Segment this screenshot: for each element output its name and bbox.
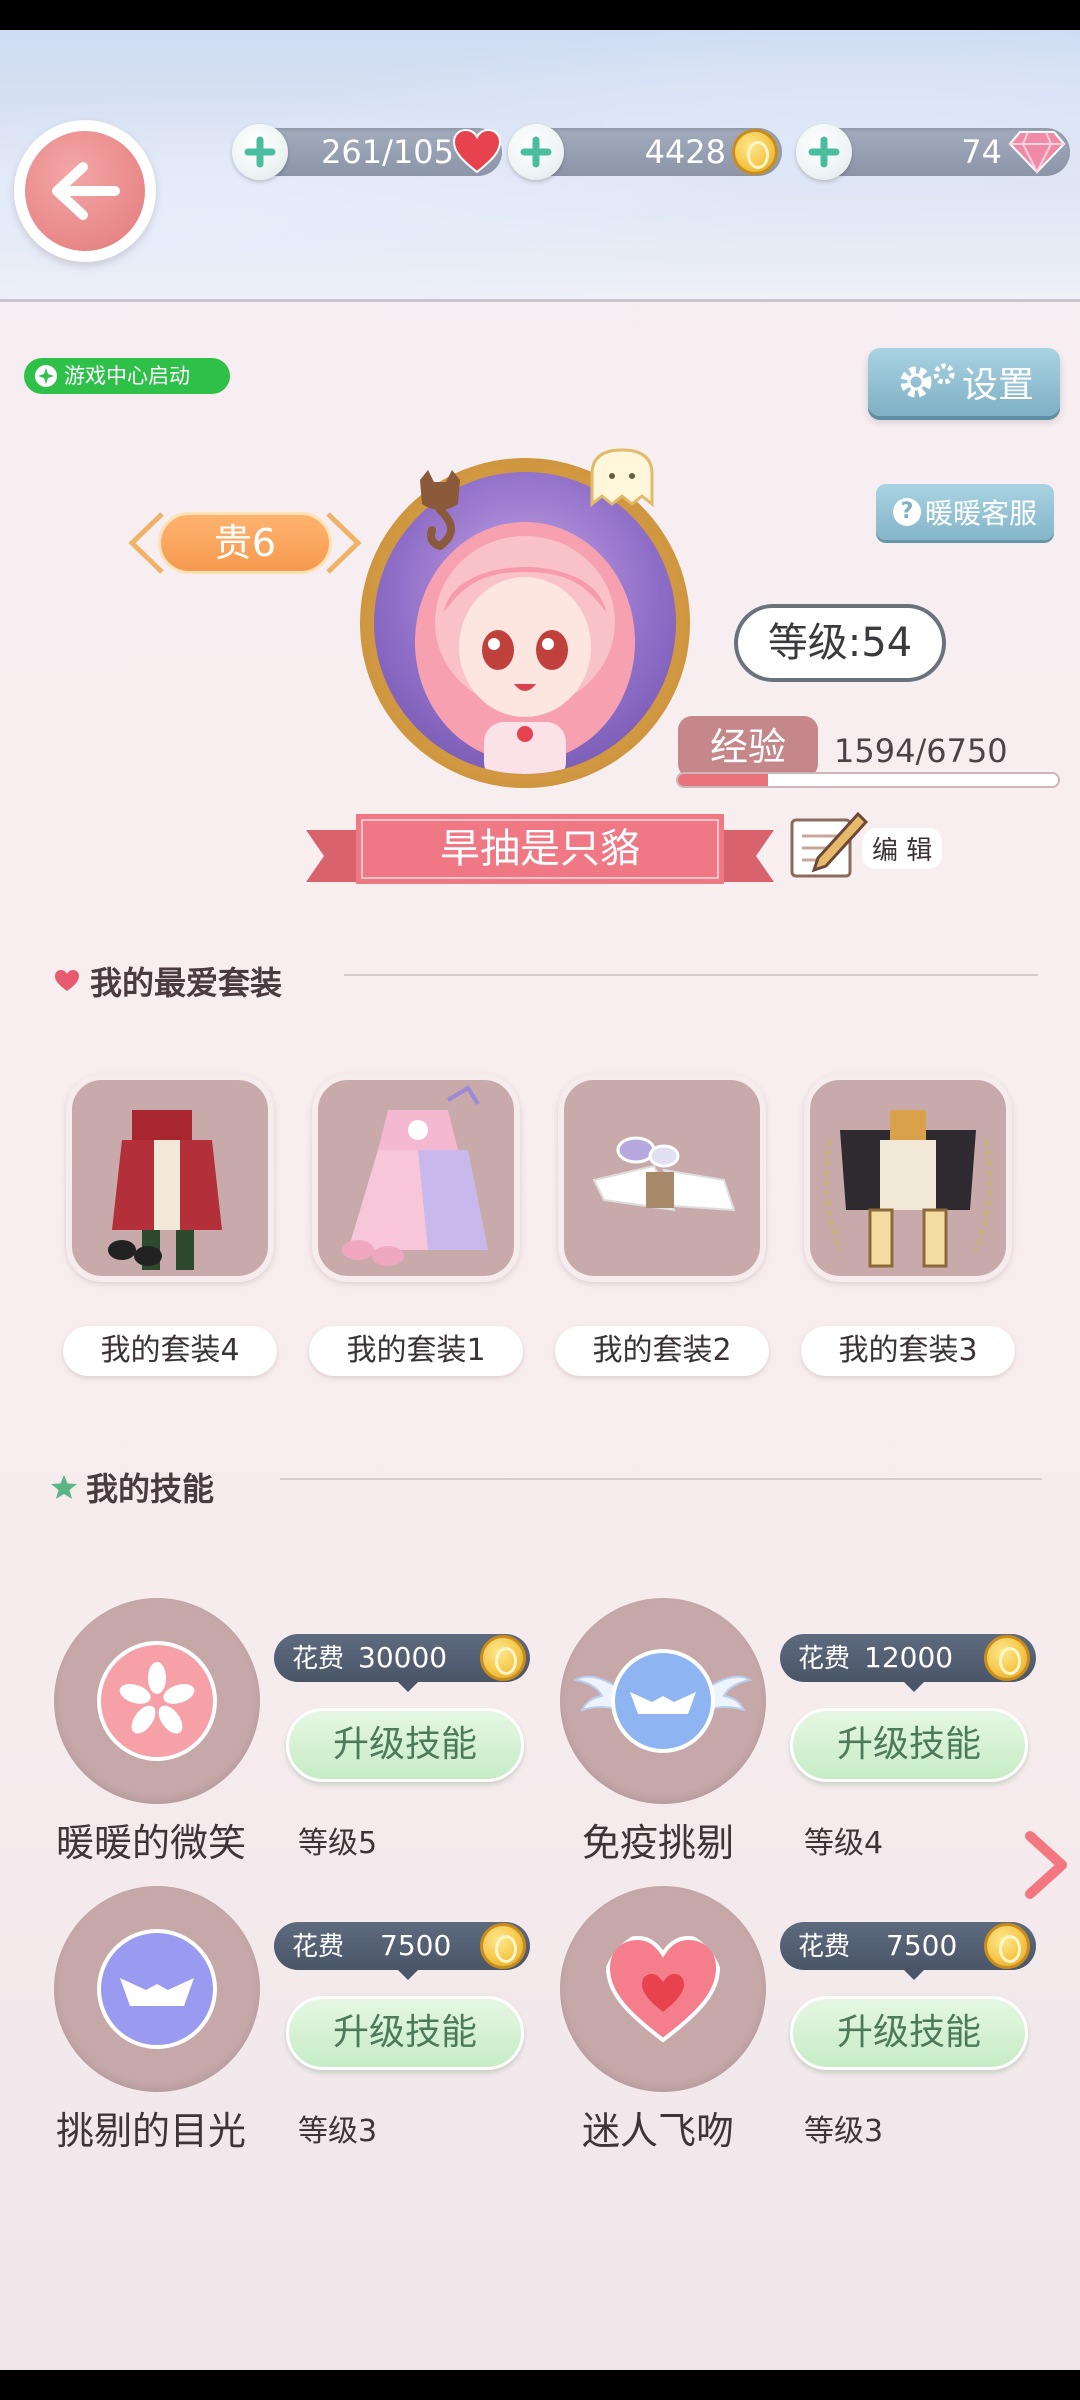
vip-badge[interactable]: 贵6: [128, 500, 362, 586]
skill-name: 迷人飞吻: [582, 2109, 735, 2153]
skill-name: 免疫挑剔: [582, 1821, 735, 1865]
upgrade-skill-button[interactable]: 升级技能: [790, 1996, 1028, 2070]
winged-mask-icon: [573, 1649, 753, 1753]
exp-progress-bar: [676, 772, 1060, 788]
outfit-card-2[interactable]: [558, 1074, 766, 1282]
skill-level: 等级3: [298, 2114, 378, 2149]
coin-icon: [480, 1635, 526, 1681]
outfit-label[interactable]: 我的套装2: [555, 1326, 769, 1376]
heart-icon: [55, 970, 79, 991]
outfit-label[interactable]: 我的套装1: [309, 1326, 523, 1376]
cost-label: 花费: [798, 1644, 851, 1674]
skill-level: 等级5: [298, 1826, 378, 1861]
coin-value: 4428: [644, 133, 726, 171]
status-bar: [0, 0, 1080, 30]
heart-icon: [605, 1935, 721, 2043]
player-name: 旱抽是只貉: [440, 826, 640, 872]
skills-header: 我的技能: [50, 1464, 214, 1510]
diamond-value: 74: [961, 133, 1002, 171]
cat-ornament-icon: [420, 470, 460, 550]
coin-icon: [984, 1635, 1030, 1681]
plus-icon: [244, 136, 276, 168]
coin-icon: [480, 1923, 526, 1969]
cost-value: 30000: [358, 1641, 448, 1674]
skill-level: 等级3: [804, 2114, 884, 2149]
exp-label: 经验: [678, 716, 818, 778]
cost-value: 7500: [886, 1929, 958, 1962]
stamina-value: 261/105: [321, 133, 454, 171]
exp-value: 1594/6750: [834, 732, 1008, 770]
add-coins-button[interactable]: [508, 124, 564, 180]
outfit-white-set-icon: [592, 1136, 736, 1212]
edit-label: 编 辑: [862, 828, 943, 869]
outfit-label[interactable]: 我的套装3: [801, 1326, 1015, 1376]
back-button[interactable]: [14, 120, 156, 262]
skill-name: 挑剔的目光: [56, 2109, 247, 2153]
skills-title: 我的技能: [86, 1470, 215, 1508]
level-label: 等级:54: [734, 604, 946, 682]
skill-name: 暖暖的微笑: [56, 1821, 247, 1865]
outfit-gold-armor-icon: [824, 1110, 992, 1268]
plus-icon: [520, 136, 552, 168]
mask-icon: [97, 1929, 217, 2049]
skill-icon-button[interactable]: [560, 1598, 766, 1804]
vip-label: 贵6: [158, 512, 332, 574]
upgrade-skill-button[interactable]: 升级技能: [286, 1708, 524, 1782]
star-icon: [51, 1475, 77, 1499]
skill-icon-button[interactable]: [54, 1886, 260, 2092]
outfit-pink-dress-icon: [342, 1085, 488, 1266]
favorite-outfits-header: 我的最爱套装: [54, 958, 282, 1004]
outfit-red-coat-icon: [108, 1110, 222, 1270]
outfit-label[interactable]: 我的套装4: [63, 1326, 277, 1376]
game-center-label: 游戏中心启动: [64, 364, 190, 388]
chevron-right-icon[interactable]: [1020, 1830, 1070, 1900]
diamond-icon: [1008, 131, 1066, 174]
exp-progress-fill: [678, 774, 768, 786]
add-stamina-button[interactable]: [232, 124, 288, 180]
customer-service-button[interactable]: ? 暖暖客服: [876, 484, 1054, 540]
outfit-card-4[interactable]: [66, 1074, 274, 1282]
cost-label: 花费: [292, 1932, 345, 1962]
cost-value: 12000: [864, 1641, 954, 1674]
skill-icon-button[interactable]: [560, 1886, 766, 2092]
upgrade-skill-button[interactable]: 升级技能: [286, 1996, 524, 2070]
cost-label: 花费: [798, 1932, 851, 1962]
player-name-ribbon: 旱抽是只貉: [306, 810, 774, 896]
settings-button[interactable]: 设置: [868, 348, 1060, 416]
customer-service-label: 暖暖客服: [924, 497, 1037, 530]
outfit-card-1[interactable]: [312, 1074, 520, 1282]
divider: [344, 974, 1038, 976]
skill-level: 等级4: [804, 1826, 884, 1861]
skill-icon-button[interactable]: [54, 1598, 260, 1804]
plus-icon: [808, 136, 840, 168]
settings-label: 设置: [961, 365, 1034, 406]
gear-icon: [900, 363, 955, 398]
question-icon: ?: [892, 498, 921, 526]
outfit-card-3[interactable]: [804, 1074, 1012, 1282]
game-center-icon: [35, 365, 57, 387]
favorite-outfits-title: 我的最爱套装: [90, 964, 283, 1002]
pencil-icon: [790, 811, 868, 878]
game-center-badge[interactable]: 游戏中心启动: [24, 358, 230, 394]
cost-value: 7500: [380, 1929, 452, 1962]
cost-label: 花费: [292, 1644, 345, 1674]
divider: [280, 1478, 1042, 1480]
add-diamonds-button[interactable]: [796, 124, 852, 180]
arrow-left-icon: [52, 162, 120, 220]
coin-icon: [984, 1923, 1030, 1969]
coin-icon: [732, 129, 778, 175]
sakura-icon: [97, 1641, 217, 1761]
upgrade-skill-button[interactable]: 升级技能: [790, 1708, 1028, 1782]
navigation-bar: [0, 2370, 1080, 2400]
ghost-ornament-icon: [590, 448, 654, 508]
heart-icon: [452, 128, 502, 174]
edit-name-button[interactable]: 编 辑: [788, 806, 944, 880]
